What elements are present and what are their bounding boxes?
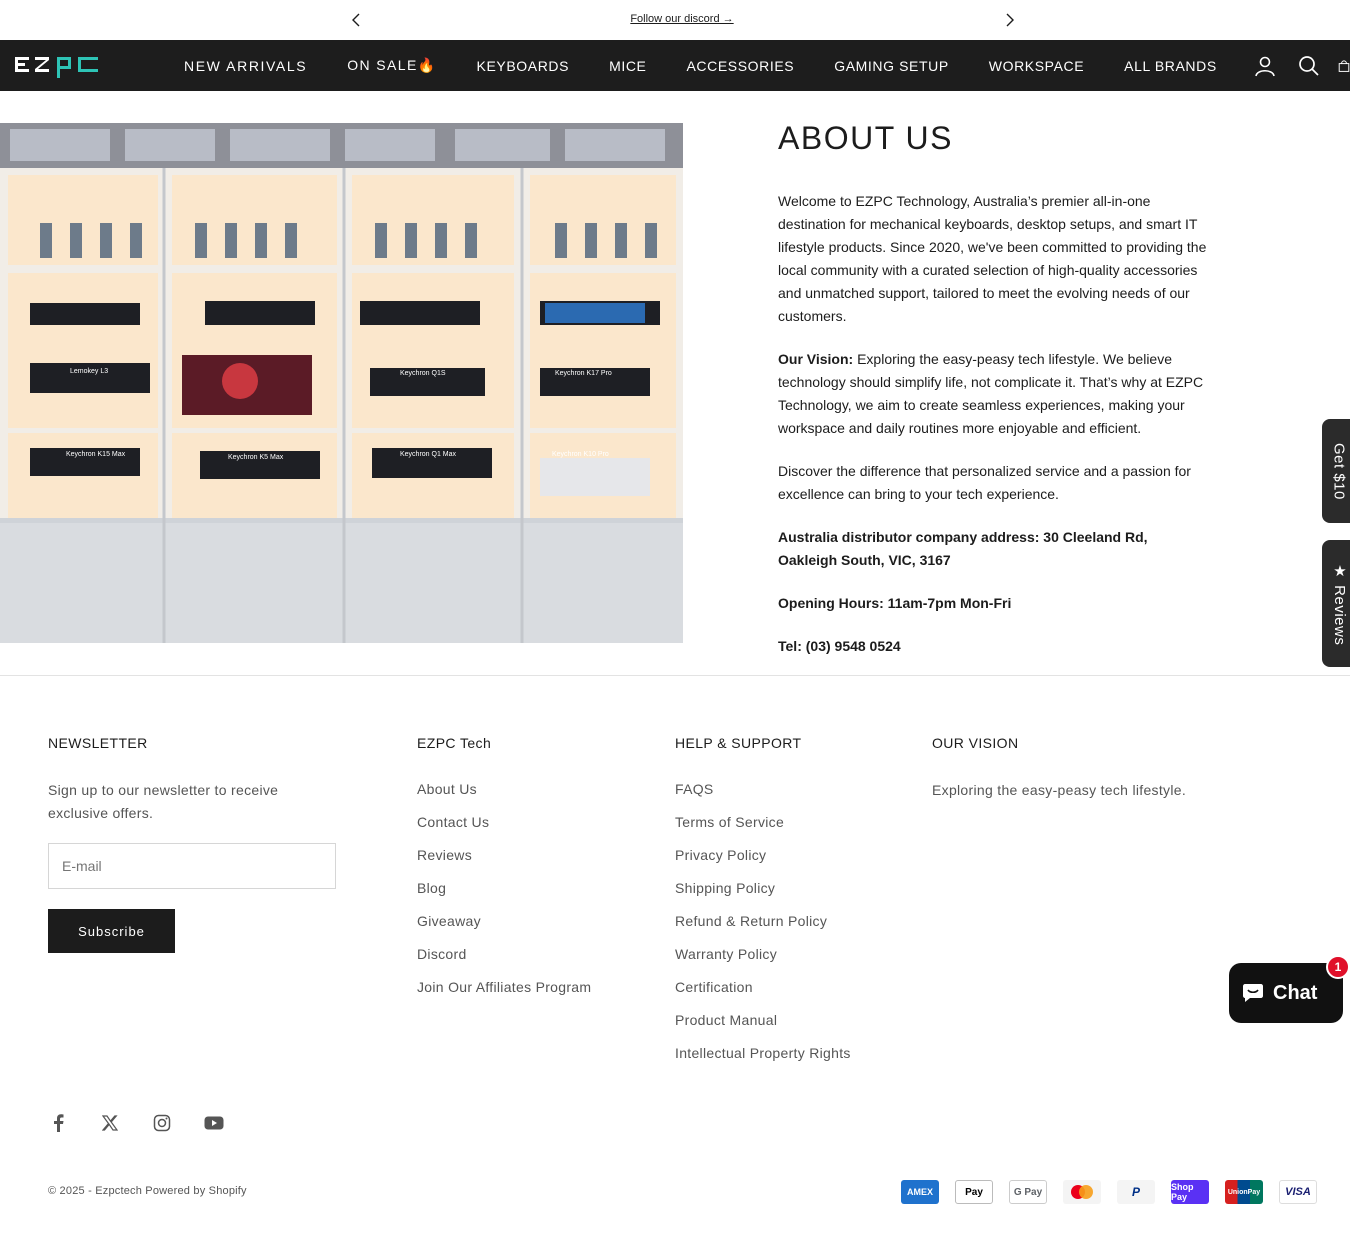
footer-our-vision: OUR VISION Exploring the easy-peasy tech… bbox=[932, 735, 1186, 802]
footer-newsletter: NEWSLETTER Sign up to our newsletter to … bbox=[48, 735, 338, 825]
image-label-k5: Keychron K5 Max bbox=[228, 454, 284, 461]
store-shelves-image: Lemokey L3 Keychron Q1S Keychron K17 Pro… bbox=[0, 123, 683, 643]
nav-gaming-setup[interactable]: GAMING SETUP bbox=[834, 58, 949, 74]
reviews-tab-label: ★ Reviews bbox=[1331, 561, 1348, 646]
nav-on-sale[interactable]: ON SALE🔥 bbox=[347, 57, 436, 74]
footer-link-contact[interactable]: Contact Us bbox=[417, 812, 591, 832]
image-label-k17: Keychron K17 Pro bbox=[555, 370, 612, 377]
image-label-k15: Keychron K15 Max bbox=[66, 451, 126, 458]
youtube-icon[interactable] bbox=[203, 1112, 225, 1134]
chat-label: Chat bbox=[1273, 981, 1318, 1004]
announcement-bar: Follow our discord → bbox=[0, 0, 1350, 40]
newsletter-heading: NEWSLETTER bbox=[48, 735, 148, 751]
footer-link-certification[interactable]: Certification bbox=[675, 977, 851, 997]
footer-link-terms[interactable]: Terms of Service bbox=[675, 812, 851, 832]
reviews-tab[interactable]: ★ Reviews bbox=[1322, 540, 1350, 667]
get-10-tab[interactable]: Get $10 bbox=[1322, 419, 1350, 523]
google-pay-icon: G Pay bbox=[1009, 1180, 1047, 1204]
subscribe-button[interactable]: Subscribe bbox=[48, 909, 175, 953]
footer-ezpc-tech: EZPC Tech About Us Contact Us Reviews Bl… bbox=[417, 735, 591, 1010]
footer-link-blog[interactable]: Blog bbox=[417, 878, 591, 898]
nav-new-arrivals[interactable]: NEW ARRIVALS bbox=[184, 58, 307, 74]
main-nav: NEW ARRIVALS ON SALE🔥 KEYBOARDS MICE ACC… bbox=[184, 40, 1257, 91]
email-field[interactable] bbox=[48, 843, 336, 889]
chevron-right-icon[interactable] bbox=[1000, 10, 1020, 30]
footer-link-reviews[interactable]: Reviews bbox=[417, 845, 591, 865]
telephone: Tel: (03) 9548 0524 bbox=[778, 638, 901, 654]
about-intro: Welcome to EZPC Technology, Australia’s … bbox=[778, 193, 1207, 324]
chat-notification-badge: 1 bbox=[1326, 955, 1350, 979]
visa-icon: VISA bbox=[1279, 1180, 1317, 1204]
amex-icon: AMEX bbox=[901, 1180, 939, 1204]
footer-link-faqs[interactable]: FAQS bbox=[675, 779, 851, 799]
payment-icons: AMEX Pay G Pay P Shop Pay UnionPay VISA bbox=[901, 1180, 1317, 1204]
instagram-icon[interactable] bbox=[151, 1112, 173, 1134]
chat-bubble-icon bbox=[1243, 984, 1263, 1002]
image-label-q1max: Keychron Q1 Max bbox=[400, 451, 457, 458]
get-10-label: Get $10 bbox=[1330, 442, 1348, 500]
footer-link-giveaway[interactable]: Giveaway bbox=[417, 911, 591, 931]
apple-pay-icon: Pay bbox=[955, 1180, 993, 1204]
account-icon[interactable] bbox=[1253, 54, 1277, 78]
vision-heading: OUR VISION bbox=[932, 735, 1019, 751]
footer-link-privacy[interactable]: Privacy Policy bbox=[675, 845, 851, 865]
copyright-text: © 2025 - Ezpctech Powered by Shopify bbox=[48, 1185, 247, 1197]
nav-mice[interactable]: MICE bbox=[609, 58, 646, 74]
vision-label: Our Vision: bbox=[778, 351, 854, 367]
cart-icon[interactable] bbox=[1338, 54, 1350, 78]
footer-link-refund[interactable]: Refund & Return Policy bbox=[675, 911, 851, 931]
footer-link-warranty[interactable]: Warranty Policy bbox=[675, 944, 851, 964]
x-twitter-icon[interactable] bbox=[99, 1112, 121, 1134]
search-icon[interactable] bbox=[1297, 54, 1321, 78]
shop-pay-icon: Shop Pay bbox=[1171, 1180, 1209, 1204]
newsletter-text: Sign up to our newsletter to receive exc… bbox=[48, 782, 279, 821]
vision-footer-text: Exploring the easy-peasy tech lifestyle. bbox=[932, 782, 1187, 798]
company-address: Australia distributor company address: 3… bbox=[778, 529, 1148, 568]
paypal-icon: P bbox=[1117, 1180, 1155, 1204]
image-label-q1s: Keychron Q1S bbox=[400, 370, 446, 377]
about-vision: Our Vision: Exploring the easy-peasy tec… bbox=[778, 348, 1210, 440]
site-logo[interactable] bbox=[14, 52, 100, 78]
nav-all-brands[interactable]: ALL BRANDS bbox=[1124, 58, 1217, 74]
footer-link-ip-rights[interactable]: Intellectual Property Rights bbox=[675, 1043, 851, 1063]
about-discover: Discover the difference that personalize… bbox=[778, 463, 1191, 502]
footer-link-discord[interactable]: Discord bbox=[417, 944, 591, 964]
unionpay-icon: UnionPay bbox=[1225, 1180, 1263, 1204]
facebook-icon[interactable] bbox=[47, 1112, 69, 1134]
mastercard-icon bbox=[1063, 1180, 1101, 1204]
footer-link-shipping[interactable]: Shipping Policy bbox=[675, 878, 851, 898]
footer-divider bbox=[0, 675, 1350, 676]
nav-accessories[interactable]: ACCESSORIES bbox=[686, 58, 794, 74]
site-header: NEW ARRIVALS ON SALE🔥 KEYBOARDS MICE ACC… bbox=[0, 40, 1350, 91]
page-title: ABOUT US bbox=[778, 120, 953, 156]
footer-link-manual[interactable]: Product Manual bbox=[675, 1010, 851, 1030]
image-label-k10: Keychron K10 Pro bbox=[552, 451, 609, 458]
announcement-link[interactable]: Follow our discord → bbox=[0, 13, 1350, 25]
about-section: ABOUT US Welcome to EZPC Technology, Aus… bbox=[778, 118, 1210, 678]
ezpc-tech-heading: EZPC Tech bbox=[417, 735, 492, 751]
footer-help-support: HELP & SUPPORT FAQS Terms of Service Pri… bbox=[675, 735, 851, 1076]
nav-workspace[interactable]: WORKSPACE bbox=[989, 58, 1084, 74]
chat-button[interactable]: Chat bbox=[1229, 963, 1343, 1023]
footer-link-affiliates[interactable]: Join Our Affiliates Program bbox=[417, 977, 591, 997]
opening-hours: Opening Hours: 11am-7pm Mon-Fri bbox=[778, 595, 1012, 611]
image-label-lemokey: Lemokey L3 bbox=[70, 368, 108, 375]
footer-link-about[interactable]: About Us bbox=[417, 779, 591, 799]
nav-keyboards[interactable]: KEYBOARDS bbox=[477, 58, 570, 74]
help-heading: HELP & SUPPORT bbox=[675, 735, 802, 751]
